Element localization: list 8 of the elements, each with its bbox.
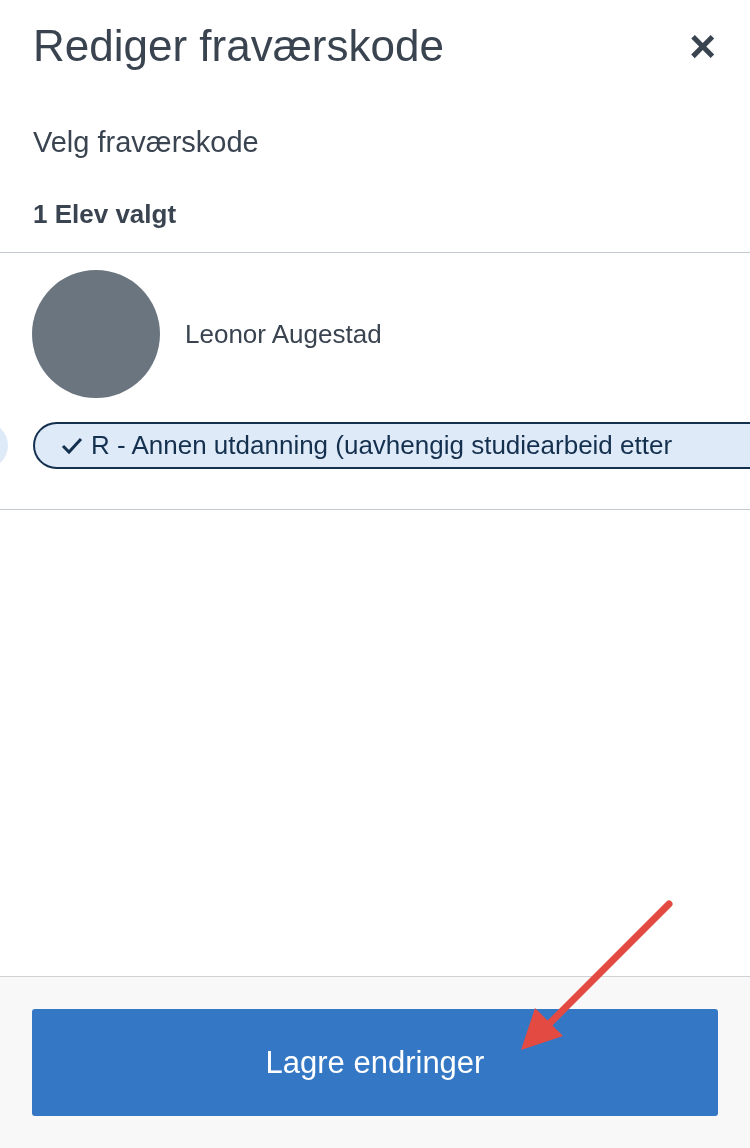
section-title: Velg fraværskode xyxy=(32,125,260,159)
dialog-title: Rediger fraværskode xyxy=(33,21,444,71)
absence-code-chip[interactable]: R - Annen utdanning (uavhengig studiearbeid etter xyxy=(33,422,750,469)
check-icon xyxy=(61,436,83,455)
close-button[interactable]: × xyxy=(685,23,720,69)
selection-count: 1 Elev valgt xyxy=(32,198,178,231)
save-button[interactable]: Lagre endringer xyxy=(32,1009,718,1116)
student-name: Leonor Augestad xyxy=(185,318,382,350)
